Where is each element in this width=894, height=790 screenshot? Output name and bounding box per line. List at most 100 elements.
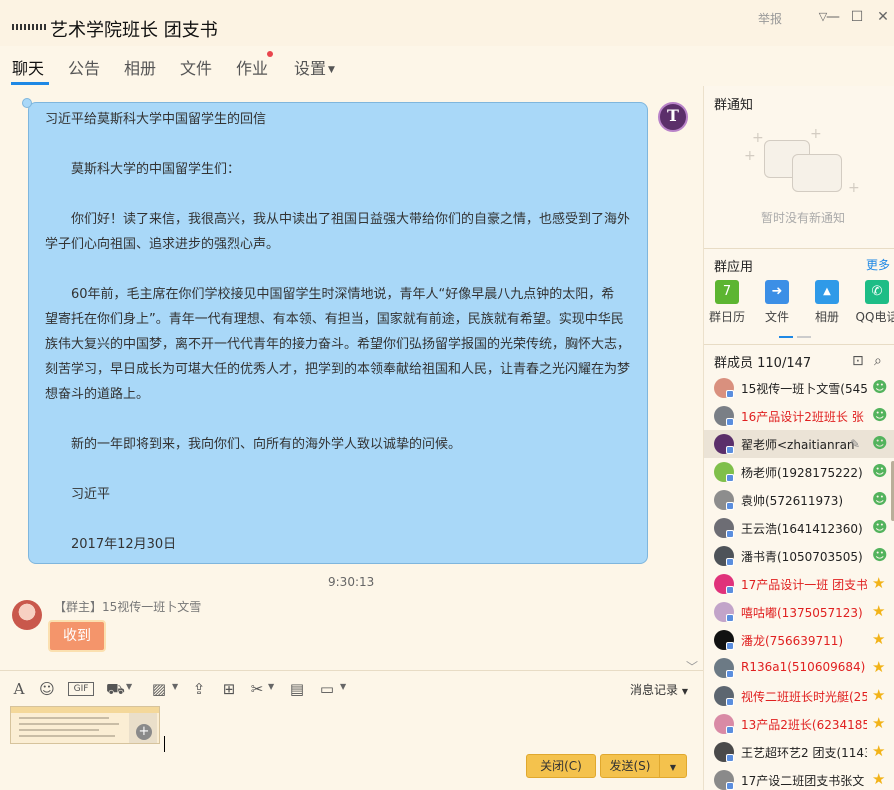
tab-files[interactable]: 文件 [180, 55, 212, 79]
tab-album[interactable]: 相册 [124, 55, 156, 79]
member-name[interactable]: R136a1(510609684) [741, 660, 867, 674]
photo-icon: ▲ [815, 280, 839, 304]
bubble-tail [22, 98, 32, 108]
member-name[interactable]: 嘻咕嘟(1375057123) [741, 604, 867, 621]
member-name[interactable]: 17产设二班团支书张文 [741, 772, 867, 789]
screenshot-icon[interactable]: ✂ [248, 680, 266, 698]
upload-icon[interactable]: ⇪ [190, 680, 208, 698]
search-icon[interactable]: ⌕ [874, 353, 882, 369]
member-row[interactable]: 王艺超环艺2 团支(11435966 ★ [704, 738, 894, 766]
tab-announcements[interactable]: 公告 [68, 55, 100, 79]
text-cursor [164, 736, 165, 752]
zoom-plus-icon[interactable]: + [136, 724, 152, 740]
device-badge-icon [726, 558, 734, 566]
member-name[interactable]: 13产品2班长(62341859 [741, 716, 867, 733]
member-row[interactable]: 潘龙(756639711) ★ [704, 626, 894, 654]
member-row[interactable]: 16产品设计2班班长 张 ☻ [704, 402, 894, 430]
member-name[interactable]: 袁帅(572611973) [741, 492, 867, 509]
member-manage-icon[interactable]: ⊡ [852, 353, 864, 369]
member-name[interactable]: 16产品设计2班班长 张 [741, 408, 867, 425]
app-qq-phone[interactable]: ✆ QQ电话 [854, 280, 894, 325]
caret-down-icon[interactable]: ▼ [172, 682, 178, 691]
message-bubble[interactable]: 习近平给莫斯科大学中国留学生的回信 莫斯科大学的中国留学生们： 你们好！读了来信… [28, 102, 648, 564]
sticker-message[interactable]: 收到 [48, 620, 106, 652]
message-input[interactable]: + 关闭(C) 发送(S) ▼ [0, 706, 703, 790]
owner-person-icon: ☻ [872, 434, 888, 452]
chat-area[interactable]: 习近平给莫斯科大学中国留学生的回信 莫斯科大学的中国留学生们： 你们好！读了来信… [0, 86, 703, 670]
member-name[interactable]: 王云浩(1641412360) [741, 520, 867, 537]
maximize-icon[interactable]: ☐ [850, 10, 864, 24]
avatar[interactable] [658, 102, 688, 132]
tab-chat[interactable]: 聊天 [12, 55, 44, 79]
message-line: 2017年12月30日 [71, 537, 177, 552]
member-name[interactable]: 王艺超环艺2 团支(11435966 [741, 744, 867, 761]
member-name[interactable]: 15视传一班卜文雪(5450 [741, 380, 867, 397]
image-icon[interactable]: ▨ [150, 680, 168, 698]
member-row[interactable]: 嘻咕嘟(1375057123) ★ [704, 598, 894, 626]
sender-name[interactable]: 【群主】15视传一班卜文雪 [54, 598, 201, 615]
message-line: 望寄托在你们身上”。青年一代有理想、有本领、有担当，国家就有前途，民族就有希望。… [45, 312, 624, 327]
minimize-icon[interactable]: — [826, 10, 840, 24]
member-row[interactable]: 13产品2班长(62341859 ★ [704, 710, 894, 738]
caret-down-icon[interactable]: ▼ [126, 682, 132, 691]
member-name[interactable]: 潘书青(1050703505) [741, 548, 867, 565]
caret-down-icon[interactable]: ▼ [268, 682, 274, 691]
font-icon[interactable]: A [10, 680, 28, 698]
report-button[interactable]: 举报 [758, 10, 782, 27]
member-name[interactable]: 潘龙(756639711) [741, 632, 867, 649]
member-row[interactable]: R136a1(510609684) ★ [704, 654, 894, 682]
apps-title: 群应用 [714, 260, 754, 275]
message-timestamp: 9:30:13 [328, 575, 375, 589]
apps-page-indicator-active[interactable] [779, 336, 793, 338]
app-label: 文件 [764, 310, 789, 324]
member-row[interactable]: 翟老师<zhaitianran ✎ ☻ [704, 430, 894, 458]
thumbnail-line [19, 723, 119, 725]
member-name[interactable]: 视传二班班长时光艇(250502 [741, 688, 867, 705]
tab-homework[interactable]: 作业 [236, 55, 268, 79]
message-line: 习近平给莫斯科大学中国留学生的回信 [45, 112, 267, 127]
apps-page-indicator[interactable] [797, 336, 811, 338]
red-packet-icon[interactable]: ▤ [288, 680, 306, 698]
member-name[interactable]: 翟老师<zhaitianran [741, 436, 867, 453]
message-line: 刻苦学习，早日成长为可堪大任的优秀人才，把学到的本领奉献给祖国和人民，让青春之光… [45, 362, 631, 377]
member-row[interactable]: 视传二班班长时光艇(250502 ★ [704, 682, 894, 710]
member-name[interactable]: 17产品设计一班 团支书 周 [741, 576, 867, 593]
member-row[interactable]: 15视传一班卜文雪(5450 ☻ [704, 374, 894, 402]
caret-down-icon: ▼ [681, 687, 688, 696]
chat-bubble-shape [792, 154, 842, 192]
app-album[interactable]: ▲ 相册 [804, 280, 850, 325]
caret-down-icon[interactable]: ▼ [340, 682, 346, 691]
edit-pencil-icon[interactable]: ✎ [850, 437, 860, 451]
gif-icon[interactable]: GIF [68, 682, 94, 696]
vip-emoji-icon[interactable]: ⛟ [106, 680, 125, 698]
notice-title: 群通知 [714, 98, 754, 113]
send-button[interactable]: 发送(S) [600, 754, 660, 778]
send-options-button[interactable]: ▼ [659, 754, 687, 778]
message-line: 学子们心向祖国、追求进步的强烈心声。 [45, 237, 280, 252]
app-files[interactable]: ➜ 文件 [754, 280, 800, 325]
admin-star-icon: ★ [872, 742, 886, 760]
member-row[interactable]: 潘书青(1050703505) ☻ [704, 542, 894, 570]
close-icon[interactable]: ✕ [876, 10, 890, 24]
file-icon: ➜ [765, 280, 789, 304]
sender-avatar[interactable] [12, 600, 42, 630]
message-more-icon[interactable]: ▭ [318, 680, 336, 698]
apps-more-link[interactable]: 更多 [866, 256, 890, 273]
tab-settings[interactable]: 设置 ▼ [294, 55, 335, 79]
emoji-icon[interactable]: ☺ [38, 680, 56, 698]
message-history-button[interactable]: 消息记录 ▼ [630, 681, 688, 698]
pasted-image-thumbnail[interactable] [10, 706, 160, 744]
member-row[interactable]: 袁帅(572611973) ☻ [704, 486, 894, 514]
member-name[interactable]: 杨老师(1928175222) [741, 464, 867, 481]
close-button[interactable]: 关闭(C) [526, 754, 596, 778]
member-row[interactable]: 17产品设计一班 团支书 周 ★ [704, 570, 894, 598]
app-calendar[interactable]: 7 群日历 [704, 280, 750, 325]
title-bar: 艺术学院班长 团支书 举报 ▽ — ☐ ✕ [0, 0, 894, 46]
member-row[interactable]: 王云浩(1641412360) ☻ [704, 514, 894, 542]
member-row[interactable]: 杨老师(1928175222) ☻ [704, 458, 894, 486]
scroll-down-chevron-icon[interactable]: ﹀ [686, 658, 698, 670]
admin-star-icon: ★ [872, 658, 886, 676]
gift-icon[interactable]: ⊞ [220, 680, 238, 698]
app-label: 相册 [814, 310, 839, 324]
member-row[interactable]: 17产设二班团支书张文 ★ [704, 766, 894, 790]
